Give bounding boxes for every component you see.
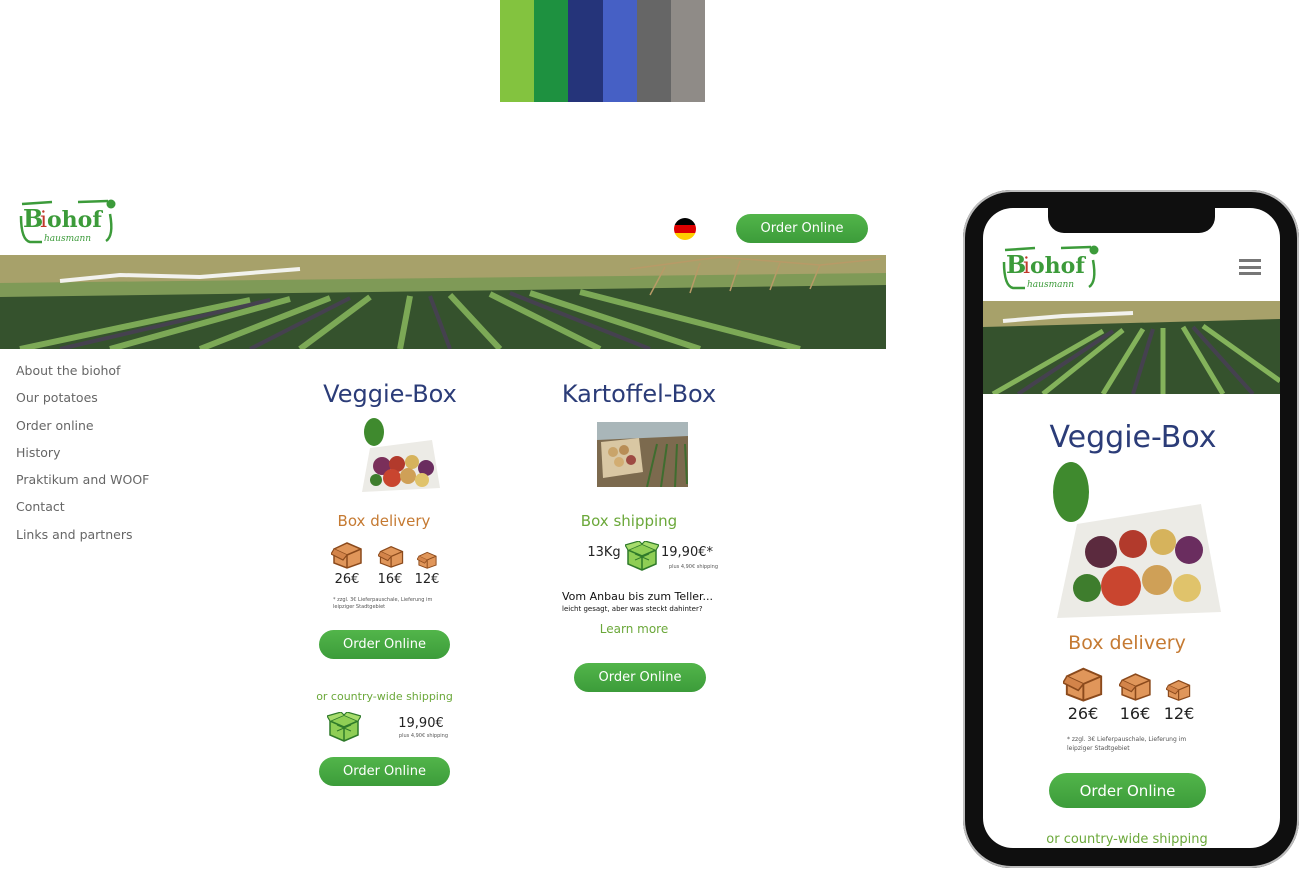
price-medium-box: 16€ [377, 572, 403, 587]
teaser-heading: Vom Anbau bis zum Teller... [562, 590, 714, 603]
farm-field-banner [0, 255, 886, 349]
veggie-box-title: Veggie-Box [323, 380, 457, 408]
mobile-cardboard-box-small-icon [1165, 679, 1192, 705]
kartoffel-box-title: Kartoffel-Box [561, 380, 717, 408]
mobile-order-online-button[interactable]: Order Online [1049, 773, 1206, 808]
mobile-price-medium-box: 16€ [1119, 704, 1151, 723]
nav-about[interactable]: About the biohof [16, 362, 149, 389]
nav-contact[interactable]: Contact [16, 498, 149, 525]
countrywide-shipping-fee: plus 4,90€ shipping [398, 733, 448, 739]
swatch-blue [602, 0, 637, 102]
potato-box-weight: 13Kg [587, 545, 621, 560]
box-delivery-title: Box delivery [337, 512, 431, 530]
mobile-box-delivery-title: Box delivery [1068, 632, 1186, 654]
biohof-logo[interactable]: B i ohof hausmann [18, 196, 118, 246]
german-flag-icon[interactable] [674, 218, 696, 240]
phone-notch [1048, 208, 1215, 233]
mobile-veggie-box-title: Veggie-Box [1049, 420, 1217, 455]
cardboard-box-large-icon [330, 541, 364, 573]
price-small-box: 12€ [414, 572, 440, 587]
nav-history[interactable]: History [16, 444, 149, 471]
nav-our-potatoes[interactable]: Our potatoes [16, 389, 149, 416]
swatch-light-green [500, 0, 535, 102]
veggie-order-online-button[interactable]: Order Online [319, 630, 450, 659]
mobile-cardboard-box-medium-icon [1118, 672, 1153, 705]
svg-text:ohof: ohof [47, 207, 103, 233]
potato-box-price: 19,90€* [661, 545, 713, 560]
mobile-delivery-fine-print: * zzgl. 3€ Lieferpauschale, Lieferung im… [1067, 736, 1187, 752]
countrywide-price: 19,90€ [398, 716, 444, 731]
hamburger-menu-icon[interactable] [1239, 259, 1261, 275]
mobile-price-small-box: 12€ [1163, 704, 1195, 723]
kartoffel-box-image[interactable] [597, 422, 688, 488]
svg-text:hausmann: hausmann [1027, 280, 1074, 290]
mobile-biohof-logo[interactable]: B i ohof hausmann [1001, 242, 1101, 292]
mobile-countrywide-shipping-link[interactable]: or country-wide shipping [1037, 832, 1217, 847]
price-large-box: 26€ [334, 572, 360, 587]
phone-screen: B i ohof hausmann Veggie-Box Box deliver… [983, 208, 1280, 848]
green-box-icon-potato [624, 540, 660, 575]
cardboard-box-medium-icon [377, 545, 405, 572]
green-box-icon [326, 711, 362, 746]
box-shipping-title: Box shipping [580, 512, 678, 530]
swatch-warm-gray [670, 0, 706, 102]
kartoffel-order-online-button[interactable]: Order Online [574, 663, 706, 692]
mobile-veggie-box-image[interactable] [1041, 462, 1225, 622]
header-order-online-button[interactable]: Order Online [736, 214, 868, 243]
svg-text:ohof: ohof [1030, 253, 1086, 279]
side-navigation: About the biohof Our potatoes Order onli… [16, 362, 149, 553]
svg-text:i: i [1023, 254, 1030, 279]
veggie-shipping-order-online-button[interactable]: Order Online [319, 757, 450, 786]
svg-text:i: i [40, 208, 47, 233]
color-palette [500, 0, 706, 102]
mobile-cardboard-box-large-icon [1061, 666, 1105, 706]
swatch-gray [636, 0, 671, 102]
biohof-logo-graphic: B i ohof hausmann [19, 199, 116, 244]
swatch-green [534, 0, 569, 102]
veggie-box-image[interactable] [352, 418, 444, 494]
mobile-farm-field-banner [983, 301, 1280, 397]
nav-links-partners[interactable]: Links and partners [16, 526, 149, 553]
svg-text:hausmann: hausmann [44, 234, 91, 244]
cardboard-box-small-icon [416, 551, 438, 573]
delivery-fine-print: * zzgl. 3€ Lieferpauschale, Lieferung im… [333, 597, 433, 610]
swatch-navy [568, 0, 603, 102]
countrywide-shipping-link[interactable]: or country-wide shipping [312, 690, 457, 703]
teaser-subheading: leicht gesagt, aber was steckt dahinter? [562, 605, 703, 613]
nav-order-online[interactable]: Order online [16, 417, 149, 444]
potato-shipping-fee: plus 4,90€ shipping [668, 564, 718, 570]
nav-praktikum[interactable]: Praktikum and WOOF [16, 471, 149, 498]
learn-more-link[interactable]: Learn more [584, 622, 684, 636]
mobile-price-large-box: 26€ [1067, 704, 1099, 723]
